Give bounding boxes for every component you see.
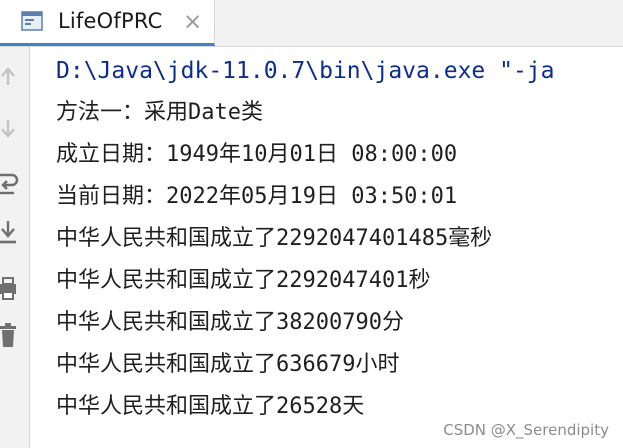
tab-lifeofprc[interactable]: LifeOfPRC ×	[0, 0, 215, 46]
output-line: 中华人民共和国成立了26528天	[56, 394, 365, 419]
tab-bar: LifeOfPRC ×	[0, 0, 623, 47]
watermark: CSDN @X_Serendipity	[443, 421, 609, 439]
output-line: 当前日期：2022年05月19日 03:50:01	[56, 184, 458, 209]
arrow-up-icon[interactable]	[0, 61, 22, 91]
output-line: 中华人民共和国成立了636679小时	[56, 352, 400, 377]
arrow-down-icon[interactable]	[0, 114, 22, 144]
output-line: 方法一：采用Date类	[56, 100, 263, 125]
tab-title: LifeOfPRC	[58, 9, 163, 33]
console-tab-icon	[21, 10, 43, 32]
console-toolbar	[0, 47, 30, 448]
soft-wrap-icon[interactable]	[0, 169, 22, 199]
trash-icon[interactable]	[0, 319, 22, 349]
output-line: 中华人民共和国成立了38200790分	[56, 310, 404, 335]
output-line: 成立日期：1949年10月01日 08:00:00	[56, 142, 458, 167]
run-console-window: LifeOfPRC × D:\Java\jdk-11.0.7\bin\java.…	[0, 0, 623, 448]
print-icon[interactable]	[0, 274, 22, 304]
output-line: 中华人民共和国成立了2292047401485毫秒	[56, 226, 493, 251]
console-output[interactable]: D:\Java\jdk-11.0.7\bin\java.exe "-ja 方法一…	[31, 47, 623, 448]
command-line: D:\Java\jdk-11.0.7\bin\java.exe "-ja	[56, 58, 555, 84]
output-line: 中华人民共和国成立了2292047401秒	[56, 268, 431, 293]
scroll-to-end-icon[interactable]	[0, 217, 22, 247]
close-icon[interactable]: ×	[183, 9, 202, 35]
